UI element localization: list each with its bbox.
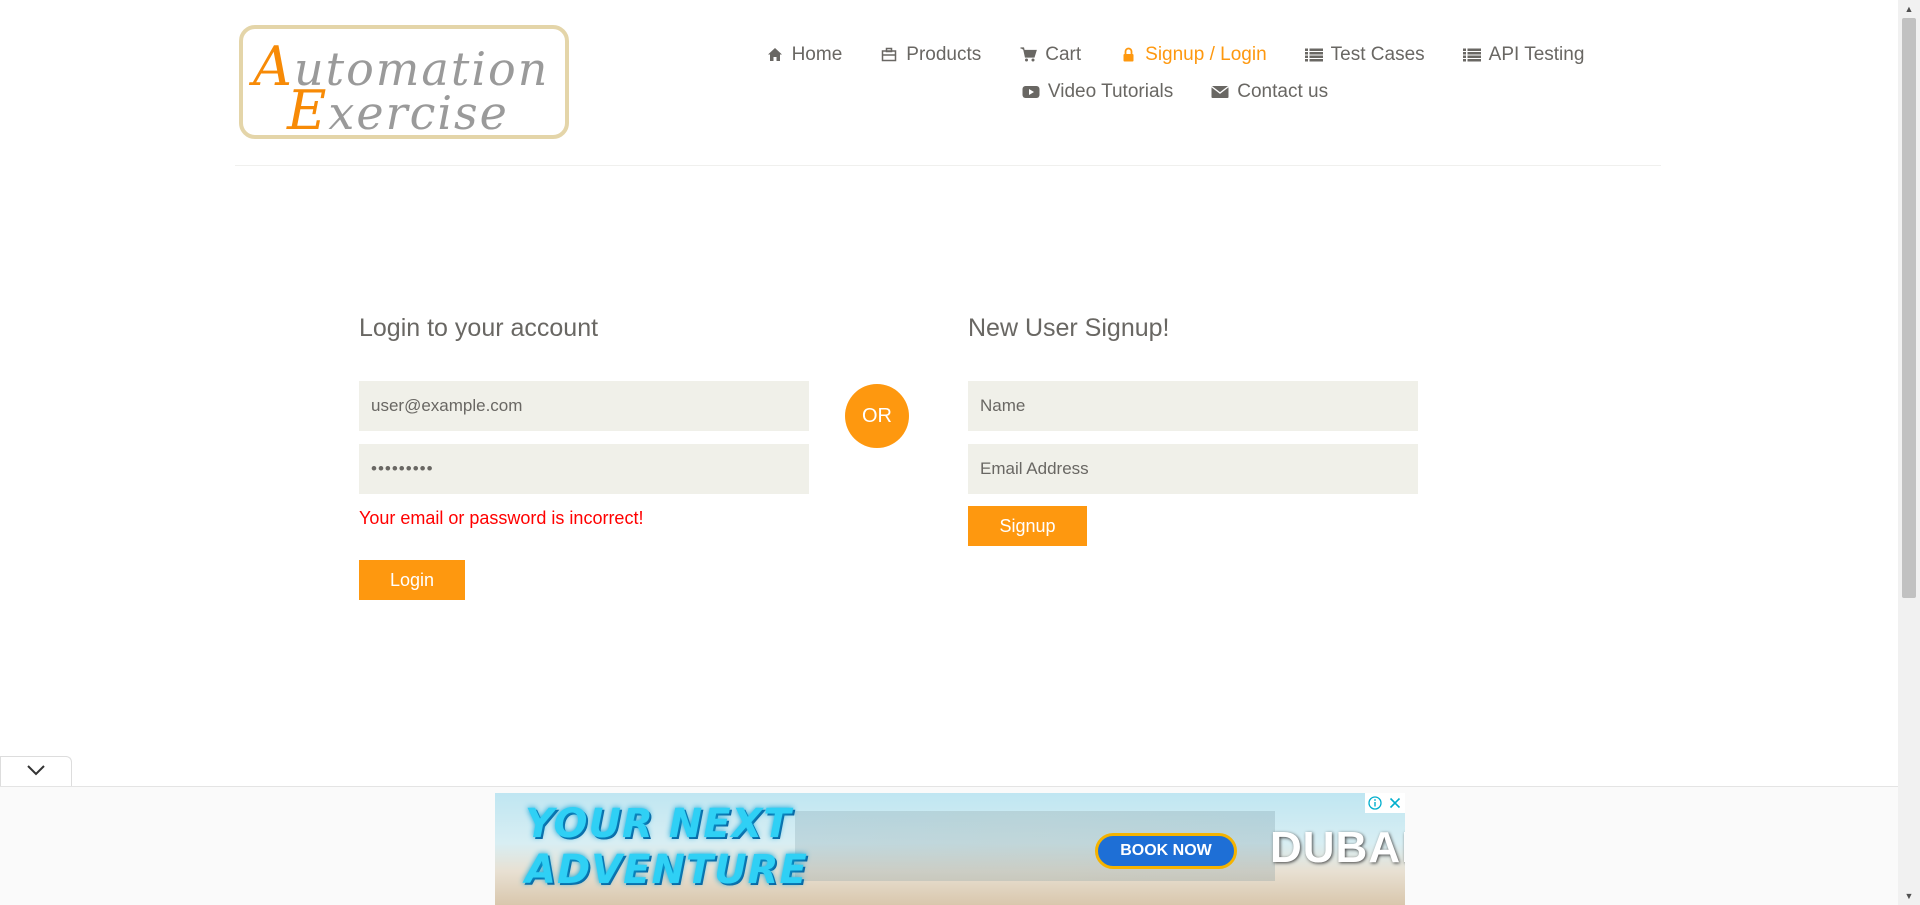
login-email-input[interactable]: user@example.com (359, 381, 809, 431)
lock-icon (1119, 46, 1137, 64)
chevron-down-icon (26, 763, 46, 781)
envelope-icon (1211, 83, 1230, 101)
nav-item-api-testing[interactable]: API Testing (1462, 43, 1585, 66)
nav-item-test-cases[interactable]: Test Cases (1304, 43, 1425, 66)
main-nav: Home Products Cart Signup / Login Test C… (725, 36, 1625, 110)
nav-label-test-cases: Test Cases (1330, 43, 1425, 65)
site-header: Automation Exercise Home Products Cart S… (235, 0, 1661, 166)
nav-item-cart[interactable]: Cart (1019, 44, 1081, 66)
page-scrollbar[interactable]: ▲ ▼ (1898, 0, 1920, 905)
nav-label-cart: Cart (1045, 43, 1082, 65)
nav-item-contact-us[interactable]: Contact us (1211, 81, 1328, 103)
ad-collapse-toggle[interactable] (0, 756, 72, 786)
ad-book-now-button[interactable]: BOOK NOW (1095, 833, 1237, 869)
ad-headline-line2: ADVENTURE (525, 847, 808, 893)
signup-form-title: New User Signup! (968, 314, 1170, 342)
youtube-icon (1022, 83, 1040, 101)
scrollbar-thumb[interactable] (1902, 18, 1916, 598)
ad-info-icon[interactable] (1365, 793, 1385, 813)
login-password-input[interactable]: ••••••••• (359, 444, 809, 494)
ad-headline: YOUR NEXT ADVENTURE (525, 801, 808, 893)
products-icon (880, 46, 898, 64)
nav-label-contact-us: Contact us (1237, 80, 1329, 102)
nav-row-1: Home Products Cart Signup / Login Test C… (725, 36, 1625, 73)
login-form-title: Login to your account (359, 314, 599, 342)
ad-close-icon[interactable] (1385, 793, 1405, 813)
cart-icon (1019, 46, 1037, 64)
nav-item-signup-login[interactable]: Signup / Login (1119, 44, 1267, 66)
nav-label-signup-login: Signup / Login (1145, 43, 1267, 65)
scroll-up-arrow-icon[interactable]: ▲ (1898, 0, 1920, 18)
login-button[interactable]: Login (359, 560, 465, 600)
login-error-message: Your email or password is incorrect! (359, 508, 644, 528)
nav-item-products[interactable]: Products (880, 44, 981, 66)
ad-brand-logo: DUBAI (1270, 823, 1405, 872)
signup-button[interactable]: Signup (968, 506, 1087, 546)
or-divider: OR (845, 384, 909, 448)
nav-label-home: Home (791, 43, 843, 65)
signup-name-input[interactable]: Name (968, 381, 1418, 431)
ad-headline-line1: YOUR NEXT (525, 801, 792, 847)
nav-label-video-tutorials: Video Tutorials (1047, 80, 1174, 102)
nav-item-home[interactable]: Home (766, 43, 843, 66)
site-logo[interactable]: Automation Exercise (239, 25, 569, 142)
nav-label-products: Products (906, 43, 982, 65)
home-icon (766, 46, 784, 64)
logo-line2: Exercise (287, 79, 509, 142)
scroll-down-arrow-icon[interactable]: ▼ (1898, 887, 1920, 905)
nav-row-2: Video Tutorials Contact us (725, 73, 1625, 110)
nav-item-video-tutorials[interactable]: Video Tutorials (1022, 81, 1173, 103)
ad-banner[interactable]: YOUR NEXT ADVENTURE BOOK NOW DUBAI (495, 793, 1405, 905)
nav-label-api-testing: API Testing (1488, 43, 1585, 65)
list-icon (1462, 46, 1481, 64)
list-icon (1304, 46, 1323, 64)
signup-email-input[interactable]: Email Address (968, 444, 1418, 494)
